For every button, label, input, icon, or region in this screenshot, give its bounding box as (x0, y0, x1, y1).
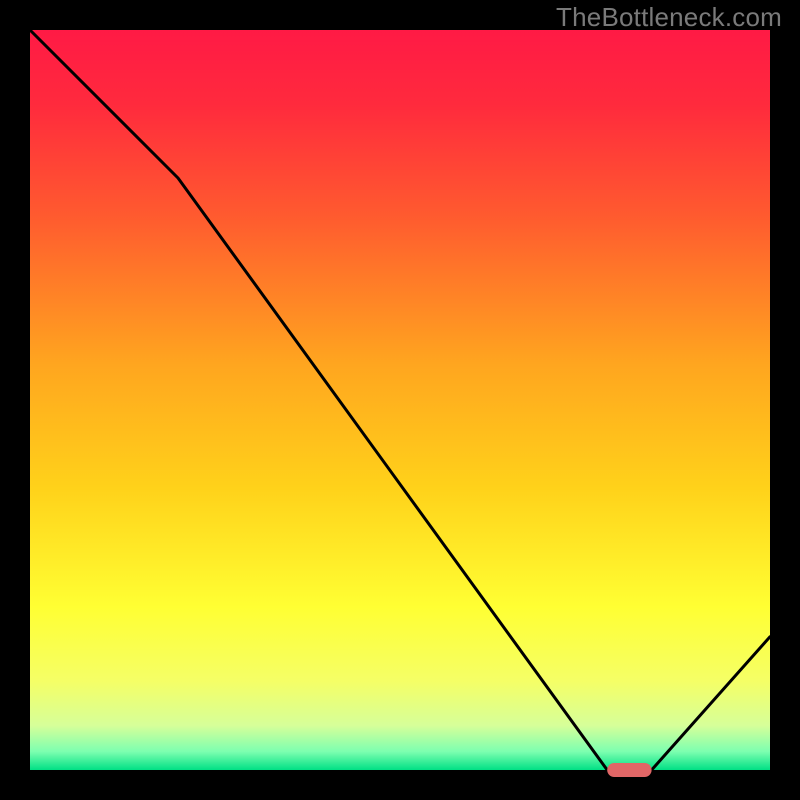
chart-container: { "watermark": "TheBottleneck.com", "cha… (0, 0, 800, 800)
optimal-marker (607, 763, 651, 777)
bottleneck-chart (0, 0, 800, 800)
watermark-text: TheBottleneck.com (556, 2, 782, 33)
